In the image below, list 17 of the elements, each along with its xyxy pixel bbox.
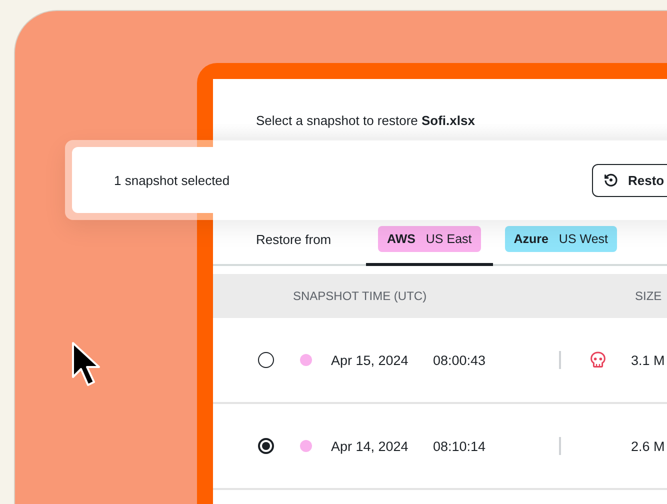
restore-button[interactable]: Resto bbox=[592, 164, 667, 196]
snapshot-time: 08:00:43 bbox=[433, 352, 487, 368]
snapshot-time: 08:10:14 bbox=[433, 438, 487, 454]
column-header: SNAPSHOT TIME (UTC) bbox=[293, 289, 428, 303]
radio-button[interactable] bbox=[258, 352, 274, 368]
restore-from-label: Restore from bbox=[256, 232, 332, 246]
restore-icon bbox=[603, 172, 619, 188]
source-tab[interactable]: AWS US East bbox=[366, 214, 493, 266]
dialog-prompt: Select a snapshot to restore Sofi.xlsx bbox=[256, 112, 475, 128]
snapshot-size: 2.6 M bbox=[631, 438, 665, 454]
selection-count: 1 snapshot selected bbox=[114, 172, 231, 188]
source-tab[interactable]: Azure US West bbox=[492, 214, 630, 266]
snapshot-date: Apr 14, 2024 bbox=[331, 438, 410, 454]
column-header: SIZE bbox=[635, 289, 662, 303]
radio-button[interactable] bbox=[258, 438, 274, 454]
snapshot-size: 3.1 M bbox=[631, 352, 665, 368]
snapshot-date: Apr 15, 2024 bbox=[331, 352, 410, 368]
